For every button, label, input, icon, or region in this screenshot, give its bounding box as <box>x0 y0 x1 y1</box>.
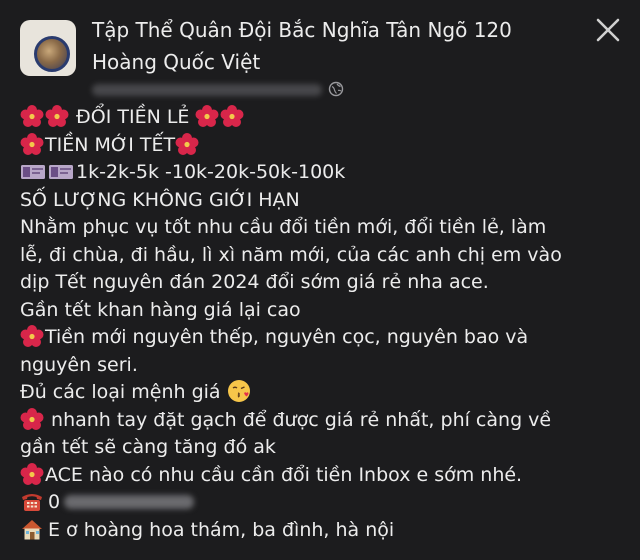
post-text: ĐỔI TIỀN LẺ <box>76 106 190 128</box>
kiss-face-icon <box>227 380 250 402</box>
post-text: Tiền mới nguyên thếp, nguyên cọc, nguyên… <box>45 326 529 348</box>
telephone-icon <box>22 494 42 511</box>
hibiscus-icon <box>195 105 219 127</box>
post-line: gần tết sẽ càng tăng đó ak <box>20 434 624 462</box>
post-text: TIỀN MỚI TẾT <box>45 133 176 156</box>
post-text: nhanh tay đặt gạch để được giá rẻ nhất, … <box>45 408 552 431</box>
post-text: Đủ các loại mệnh giá <box>20 381 221 403</box>
hibiscus-icon <box>220 105 244 127</box>
close-icon[interactable] <box>592 14 624 46</box>
post-text: dịp Tết nguyên đán 2024 đổi sớm giá rẻ n… <box>20 271 489 293</box>
post-line-address: E ơ hoàng hoa thám, ba đình, hà nội <box>20 517 624 545</box>
post-line-unlimited: SỐ LƯỢNG KHÔNG GIỚI HẠN <box>20 187 624 215</box>
post-text: Nhằm phục vụ tốt nhu cầu đổi tiền mới, đ… <box>20 216 547 238</box>
post-line: lễ, đi chùa, đi hầu, lì xì năm mới, của … <box>20 242 624 270</box>
hibiscus-icon <box>20 462 44 485</box>
hibiscus-icon <box>45 105 69 127</box>
hibiscus-icon <box>20 325 44 347</box>
avatar-image <box>34 36 70 72</box>
hibiscus-icon <box>175 132 199 155</box>
blurred-phone-number <box>64 495 195 509</box>
group-name-link[interactable]: Tập Thể Quân Đội Bắc Nghĩa Tân Ngõ 120 H… <box>92 14 532 78</box>
post-line: dịp Tết nguyên đán 2024 đổi sớm giá rẻ n… <box>20 269 624 297</box>
post-line-phone: 0 <box>20 489 624 517</box>
post-line-new-money: TIỀN MỚI TẾT <box>20 132 624 160</box>
blurred-author-name[interactable] <box>92 84 322 96</box>
post-text: gần tết sẽ càng tăng đó ak <box>20 436 276 458</box>
post-text: Gần tết khan hàng giá lại cao <box>20 298 301 321</box>
post-text: lễ, đi chùa, đi hầu, lì xì năm mới, của … <box>20 243 562 266</box>
post-line-exchange: ĐỔI TIỀN LẺ <box>20 104 624 132</box>
post-text: nguyên seri. <box>20 353 138 376</box>
hibiscus-icon <box>20 105 44 127</box>
phone-number-text[interactable]: 0 <box>48 491 60 513</box>
post-text: 1k-2k-5k -10k-20k-50k-100k <box>76 161 346 183</box>
post-line: nhanh tay đặt gạch để được giá rẻ nhất, … <box>20 407 624 435</box>
banknote-icon <box>49 165 73 179</box>
post-line: nguyên seri. <box>20 352 624 380</box>
banknote-icon <box>21 165 45 179</box>
post-header: Tập Thể Quân Đội Bắc Nghĩa Tân Ngõ 120 H… <box>0 0 640 100</box>
post-line: Gần tết khan hàng giá lại cao <box>20 297 624 325</box>
hibiscus-icon <box>20 407 44 430</box>
post-body: ĐỔI TIỀN LẺ TIỀN MỚI TẾT 1k-2k-5k -10k-2… <box>20 104 624 544</box>
post-line-denominations: 1k-2k-5k -10k-20k-50k-100k <box>20 159 624 187</box>
house-icon <box>22 519 42 539</box>
hibiscus-icon <box>20 132 44 155</box>
post-line: Nhằm phục vụ tốt nhu cầu đổi tiền mới, đ… <box>20 214 624 242</box>
post-text: SỐ LƯỢNG KHÔNG GIỚI HẠN <box>20 188 300 211</box>
post-text: E ơ hoàng hoa thám, ba đình, hà nội <box>48 518 395 541</box>
post-line: ACE nào có nhu cầu cần đổi tiền Inbox e … <box>20 462 624 490</box>
group-avatar[interactable] <box>20 20 76 76</box>
post-line: Đủ các loại mệnh giá <box>20 379 624 407</box>
post-text: ACE nào có nhu cầu cần đổi tiền Inbox e … <box>45 463 523 486</box>
post-line: Tiền mới nguyên thếp, nguyên cọc, nguyên… <box>20 324 624 352</box>
globe-icon[interactable] <box>328 81 344 97</box>
